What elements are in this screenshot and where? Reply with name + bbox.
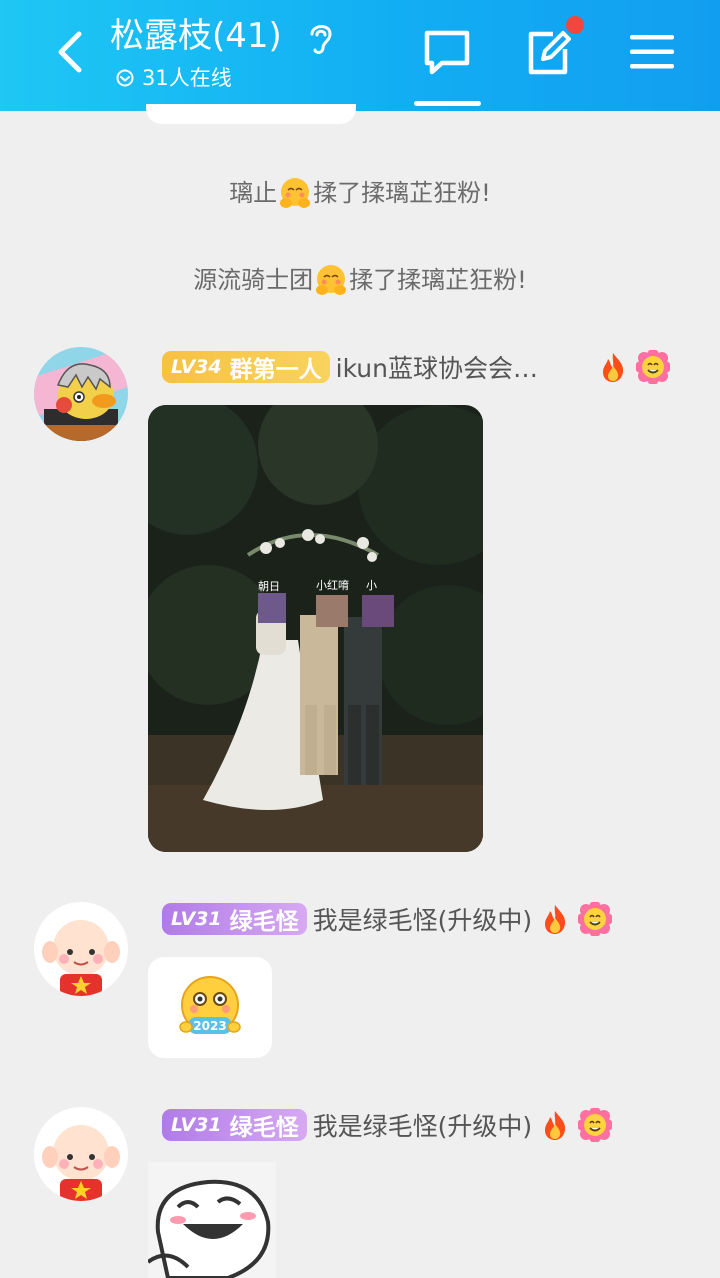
sender-nickname[interactable]: ikun蓝球协会会… [336,349,570,385]
previous-message-bubble[interactable] [146,104,356,124]
system-message: 源流骑士团 揉了揉璃芷狂粉! [0,262,720,297]
sender-nickname[interactable]: 我是绿毛怪(升级中) [313,901,533,937]
level-badge: LV34 群第一人 [162,351,330,383]
chat-header: 松露枝(41) 31人在线 [0,0,720,111]
photo-message[interactable]: 朝日 小红唷 小 [148,405,483,852]
photo-label: 朝日 [258,580,280,593]
online-status: 31人在线 [116,64,232,92]
hug-emoji-icon [280,178,311,208]
edit-button[interactable] [520,26,576,78]
chat-tab-button[interactable] [419,26,475,78]
photo-label: 小红唷 [316,578,349,592]
fire-icon [602,353,623,382]
menu-button[interactable] [624,26,680,78]
sender-info: LV34 群第一人 ikun蓝球协会会… [162,349,670,385]
level-badge: LV31 绿毛怪 [162,1109,307,1141]
active-tab-indicator [414,101,481,106]
back-button[interactable] [48,28,92,76]
flower-smile-icon [635,350,670,384]
avatar[interactable] [34,1107,128,1201]
sender-info: LV31 绿毛怪 我是绿毛怪(升级中) [162,901,613,937]
chat-icon [424,30,470,75]
flower-smile-icon [578,902,613,936]
notification-dot [566,16,584,34]
photo-label: 小 [366,579,377,592]
online-count: 31人在线 [142,66,232,90]
flower-smile-icon [578,1108,613,1142]
menu-icon [630,35,674,69]
sticker-text: 2023 [193,1019,226,1033]
sticker-message[interactable]: 2023 [148,957,272,1058]
level-badge: LV31 绿毛怪 [162,903,307,935]
sender-nickname[interactable]: 我是绿毛怪(升级中) [313,1107,533,1143]
hug-emoji-icon [316,265,347,295]
back-arrow-icon [58,31,82,73]
online-indicator-icon [116,69,134,87]
sticker-message[interactable] [148,1162,276,1278]
system-message: 璃止 揉了揉璃芷狂粉! [0,175,720,210]
avatar[interactable] [34,347,128,441]
fire-icon [545,1111,566,1140]
fire-icon [545,905,566,934]
ear-icon[interactable] [306,20,336,56]
edit-icon [528,31,571,75]
sender-info: LV31 绿毛怪 我是绿毛怪(升级中) [162,1107,613,1143]
avatar[interactable] [34,902,128,996]
group-title[interactable]: 松露枝(41) [110,14,282,58]
